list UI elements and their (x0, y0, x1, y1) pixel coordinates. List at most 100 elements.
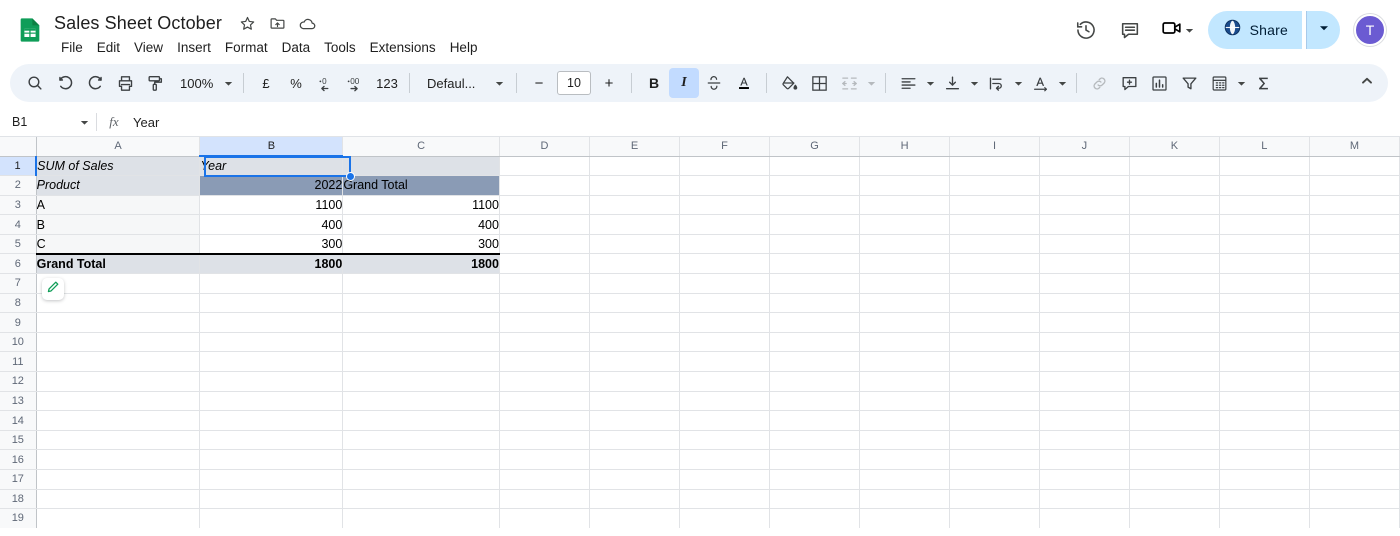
cell-H5[interactable] (860, 234, 950, 254)
sigma-icon[interactable] (1248, 68, 1278, 98)
cell-J11[interactable] (1039, 352, 1129, 372)
cell-E11[interactable] (590, 352, 680, 372)
menu-help[interactable]: Help (443, 37, 485, 58)
cell-H19[interactable] (860, 509, 950, 528)
cell-F12[interactable] (680, 372, 770, 392)
share-dropdown-button[interactable] (1306, 11, 1340, 49)
cell-A14[interactable] (36, 411, 200, 431)
cell-D10[interactable] (499, 332, 589, 352)
cell-E9[interactable] (590, 313, 680, 333)
cell-E5[interactable] (590, 234, 680, 254)
cell-M3[interactable] (1309, 195, 1399, 215)
cell-B18[interactable] (200, 489, 343, 509)
sheets-logo-icon[interactable] (12, 12, 48, 48)
cell-C16[interactable] (343, 450, 500, 470)
avatar[interactable]: T (1354, 14, 1386, 46)
row-header-17[interactable]: 17 (0, 470, 36, 490)
cell-I12[interactable] (950, 372, 1040, 392)
cell-I19[interactable] (950, 509, 1040, 528)
create-filter-icon[interactable] (1174, 68, 1204, 98)
cell-M16[interactable] (1309, 450, 1399, 470)
insert-chart-icon[interactable] (1144, 68, 1174, 98)
chevron-down-icon[interactable] (967, 68, 981, 98)
cell-D12[interactable] (499, 372, 589, 392)
cell-C9[interactable] (343, 313, 500, 333)
cell-L14[interactable] (1219, 411, 1309, 431)
cell-F6[interactable] (680, 254, 770, 274)
cell-J16[interactable] (1039, 450, 1129, 470)
cell-L15[interactable] (1219, 430, 1309, 450)
cell-K10[interactable] (1129, 332, 1219, 352)
cell-G1[interactable] (769, 156, 859, 176)
cell-I10[interactable] (950, 332, 1040, 352)
cell-B5[interactable]: 300 (200, 234, 343, 254)
cell-G18[interactable] (769, 489, 859, 509)
cell-B12[interactable] (200, 372, 343, 392)
merge-cells-icon[interactable] (834, 68, 864, 98)
chevron-down-icon[interactable] (78, 117, 90, 128)
cell-L10[interactable] (1219, 332, 1309, 352)
cell-E2[interactable] (590, 176, 680, 196)
cell-E14[interactable] (590, 411, 680, 431)
cell-L13[interactable] (1219, 391, 1309, 411)
column-header-j[interactable]: J (1039, 137, 1129, 156)
column-header-g[interactable]: G (769, 137, 859, 156)
pivot-table-edit-button[interactable] (42, 278, 64, 300)
cell-H3[interactable] (860, 195, 950, 215)
cell-E3[interactable] (590, 195, 680, 215)
cell-J5[interactable] (1039, 234, 1129, 254)
cell-D3[interactable] (499, 195, 589, 215)
cell-K17[interactable] (1129, 470, 1219, 490)
cell-L17[interactable] (1219, 470, 1309, 490)
chevron-down-icon[interactable] (1234, 68, 1248, 98)
column-header-k[interactable]: K (1129, 137, 1219, 156)
cell-E10[interactable] (590, 332, 680, 352)
row-header-13[interactable]: 13 (0, 391, 36, 411)
cell-A17[interactable] (36, 470, 200, 490)
text-rotation-icon[interactable] (1025, 68, 1055, 98)
cell-A2[interactable]: Product (36, 176, 200, 196)
cell-K12[interactable] (1129, 372, 1219, 392)
cell-I5[interactable] (950, 234, 1040, 254)
cell-D14[interactable] (499, 411, 589, 431)
cell-L18[interactable] (1219, 489, 1309, 509)
menu-view[interactable]: View (127, 37, 170, 58)
cell-F15[interactable] (680, 430, 770, 450)
cell-C13[interactable] (343, 391, 500, 411)
cell-G13[interactable] (769, 391, 859, 411)
cell-I1[interactable] (950, 156, 1040, 176)
cell-G9[interactable] (769, 313, 859, 333)
star-icon[interactable] (234, 10, 260, 36)
cell-E12[interactable] (590, 372, 680, 392)
cell-M18[interactable] (1309, 489, 1399, 509)
cell-F7[interactable] (680, 274, 770, 294)
cell-C17[interactable] (343, 470, 500, 490)
cell-B3[interactable]: 1100 (200, 195, 343, 215)
cell-F4[interactable] (680, 215, 770, 235)
cell-C8[interactable] (343, 293, 500, 313)
cell-D4[interactable] (499, 215, 589, 235)
column-header-h[interactable]: H (860, 137, 950, 156)
cell-C2[interactable]: Grand Total (343, 176, 500, 196)
formula-input[interactable]: Year (131, 115, 159, 130)
cell-F11[interactable] (680, 352, 770, 372)
cell-E8[interactable] (590, 293, 680, 313)
cell-L8[interactable] (1219, 293, 1309, 313)
cell-L11[interactable] (1219, 352, 1309, 372)
cell-D13[interactable] (499, 391, 589, 411)
cell-D11[interactable] (499, 352, 589, 372)
cell-C18[interactable] (343, 489, 500, 509)
cell-H16[interactable] (860, 450, 950, 470)
cell-H12[interactable] (860, 372, 950, 392)
row-header-12[interactable]: 12 (0, 372, 36, 392)
row-header-18[interactable]: 18 (0, 489, 36, 509)
horizontal-align-icon[interactable] (893, 68, 923, 98)
cell-H17[interactable] (860, 470, 950, 490)
cell-B9[interactable] (200, 313, 343, 333)
decrease-font-size-button[interactable]: − (524, 68, 554, 98)
cell-J9[interactable] (1039, 313, 1129, 333)
cell-M9[interactable] (1309, 313, 1399, 333)
percent-format-button[interactable]: % (281, 68, 311, 98)
cell-M14[interactable] (1309, 411, 1399, 431)
cell-K3[interactable] (1129, 195, 1219, 215)
